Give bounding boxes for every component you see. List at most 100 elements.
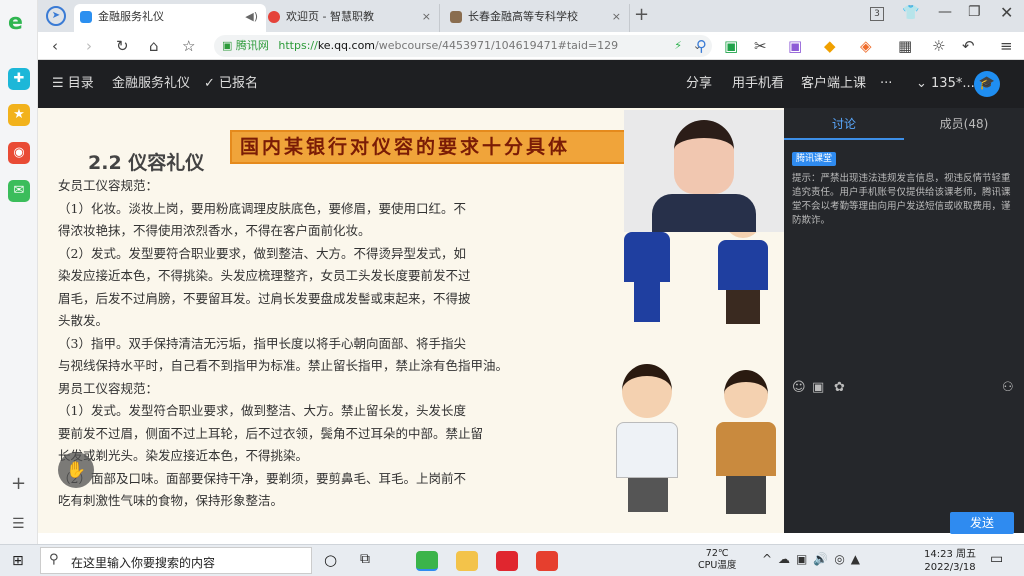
menu-icon[interactable]: ≡ xyxy=(1000,35,1013,57)
tab-title: 长春金融高等专科学校 xyxy=(468,10,578,23)
browser-sidebar: e ✚ ★ ◉ ✉ + ☰ xyxy=(0,0,38,544)
webcam-video[interactable] xyxy=(624,110,784,232)
school-icon xyxy=(450,11,462,23)
tab-course[interactable]: 金融服务礼仪 ◀) xyxy=(74,4,266,32)
flower-icon[interactable]: ✿ xyxy=(834,380,845,395)
mail-icon[interactable]: ✉ xyxy=(8,180,30,202)
music-icon[interactable] xyxy=(496,551,518,571)
close-window-icon[interactable]: ✕ xyxy=(1000,3,1013,22)
slide-line: （2）发式。发型要符合职业要求，做到整洁、大方。不得烫异型发式，如 xyxy=(58,245,466,261)
slide-line: （1）化妆。淡妆上岗，要用粉底调理皮肤底色，要修眉，要使用口红。不 xyxy=(58,200,466,216)
tencent-class-icon xyxy=(80,11,92,23)
lightning-icon[interactable]: ⚡ xyxy=(674,35,682,57)
tray-icons[interactable]: ^☁▣🔊◎▲ xyxy=(762,552,866,566)
shield-icon[interactable]: ◆ xyxy=(824,35,836,57)
list-icon[interactable]: ☰ xyxy=(12,516,25,532)
date-text: 2022/3/18 xyxy=(924,562,976,573)
tab-count[interactable]: 3 xyxy=(870,7,884,21)
close-icon[interactable]: × xyxy=(422,4,431,30)
notification-icon[interactable]: ▭ xyxy=(990,551,1003,567)
mobile-watch-button[interactable]: 用手机看 xyxy=(732,60,784,108)
cortana-icon[interactable]: ○ xyxy=(324,551,337,569)
client-class-button[interactable]: 客户端上课 xyxy=(801,60,866,108)
back-icon[interactable]: ‹ xyxy=(52,35,58,57)
enrolled-label: 已报名 xyxy=(219,76,259,91)
image-icon[interactable]: ▣ xyxy=(812,380,824,395)
windows-start-icon[interactable]: ⊞ xyxy=(12,553,24,569)
tab-discuss[interactable]: 讨论 xyxy=(784,108,904,140)
slide-line: 眉毛，后发不过肩膀，不要留耳发。过肩长发要盘成发髻或束起来，不得披 xyxy=(58,290,471,306)
user-menu[interactable]: ⌄ 135*... xyxy=(916,60,975,108)
slide-line: 得浓妆艳抹，不得使用浓烈香水，不得在客户面前化妆。 xyxy=(58,223,371,238)
new-tab-icon[interactable]: + xyxy=(634,4,649,25)
cpu-temp: 72℃ CPU温度 xyxy=(698,548,736,572)
tab-title: 欢迎页 - 智慧职教 xyxy=(286,10,374,23)
slide-banner: 国内某银行对仪容的要求十分具体 xyxy=(230,130,626,164)
cartoon-man-3 xyxy=(710,370,784,520)
tab-bar: ➤ 金融服务礼仪 ◀) 欢迎页 - 智慧职教 × 长春金融高等专科学校 × + … xyxy=(38,0,1024,32)
discussion-panel: 讨论 成员(48) 腾讯课堂 提示：严禁出现违法违规发言信息，视违反情节轻重追究… xyxy=(784,108,1024,534)
temp-value: 72℃ xyxy=(705,548,729,559)
file-explorer-icon[interactable] xyxy=(456,551,478,571)
browser-home-icon[interactable]: ➤ xyxy=(46,6,66,26)
book-icon[interactable]: ▣ xyxy=(724,35,738,57)
slide-line: 头散发。 xyxy=(58,313,109,328)
scissors-icon[interactable]: ✂ xyxy=(754,35,767,57)
reload-icon[interactable]: ↻ xyxy=(116,35,129,57)
avatar[interactable]: 🎓 xyxy=(974,71,1000,97)
slide-line: 男员工仪容规范： xyxy=(58,380,159,396)
tab-members[interactable]: 成员(48) xyxy=(904,108,1024,140)
url-domain: ke.qq.com xyxy=(317,39,376,52)
send-button[interactable]: 发送 xyxy=(950,512,1014,534)
slide-line: 女员工仪容规范： xyxy=(58,178,159,193)
user-settings-icon[interactable]: ⚇ xyxy=(1002,380,1014,395)
url-prefix: https:// xyxy=(278,39,318,52)
star-app-icon[interactable]: ★ xyxy=(8,104,30,126)
wps-icon[interactable] xyxy=(536,551,558,571)
game-icon[interactable]: ◈ xyxy=(860,35,872,57)
restore-icon[interactable]: ❐ xyxy=(968,4,981,20)
forward-icon[interactable]: › xyxy=(86,35,92,57)
undo-icon[interactable]: ↶ xyxy=(962,35,975,57)
translate-icon[interactable]: ▣ xyxy=(788,35,802,57)
browser-logo-icon[interactable]: e xyxy=(8,10,23,35)
tab-school[interactable]: 长春金融高等专科学校 × xyxy=(444,4,630,32)
brightness-icon[interactable]: ☼ xyxy=(932,35,945,57)
close-icon[interactable]: × xyxy=(612,4,621,30)
browser-taskbar-icon[interactable] xyxy=(416,551,438,571)
slide-line: （3）指甲。双手保持清洁无污垢，指甲长度以将手心朝向面部、将手指尖 xyxy=(58,335,466,351)
slide-line: 吃有刺激性气味的食物，保持形象整洁。 xyxy=(58,493,284,508)
share-button[interactable]: 分享 xyxy=(686,60,712,108)
taskbar-search[interactable]: ⚲ 在这里输入你要搜索的内容 xyxy=(40,547,312,574)
enrolled-status: ✓ 已报名 xyxy=(204,76,259,91)
slide-area: 2.2 仪容礼仪 国内某银行对仪容的要求十分具体 女员工仪容规范： （1）化妆。淡… xyxy=(38,108,784,533)
task-view-icon[interactable]: ⧉ xyxy=(360,551,370,567)
raise-hand-button[interactable]: ✋ xyxy=(58,452,94,488)
add-icon[interactable]: + xyxy=(11,473,26,494)
tab-welcome[interactable]: 欢迎页 - 智慧职教 × xyxy=(262,4,440,32)
audio-close-icon[interactable]: ◀) xyxy=(245,4,258,30)
shirt-icon[interactable]: 👕 xyxy=(902,5,919,21)
search-icon[interactable]: ⚲ xyxy=(696,35,707,57)
slide-line: （2）面部及口味。面部要保持干净，要剃须，要剪鼻毛、耳毛。上岗前不 xyxy=(58,470,466,486)
slide-line: 长发或剃光头。染发应接近本色，不得挑染。 xyxy=(58,448,309,463)
bookmark-star-icon[interactable]: ☆ xyxy=(182,35,195,57)
cartoon-man-2 xyxy=(608,364,688,514)
minimize-icon[interactable]: — xyxy=(938,4,952,20)
clock[interactable]: 14:23 周五 2022/3/18 xyxy=(924,548,976,574)
address-bar[interactable]: ▣ 腾讯网 https://ke.qq.com/webcourse/445397… xyxy=(214,35,712,57)
plus-app-icon[interactable]: ✚ xyxy=(8,68,30,90)
tab-title: 金融服务礼仪 xyxy=(98,10,164,23)
emoji-icon[interactable]: ☺ xyxy=(792,380,806,395)
grid-icon[interactable]: ▦ xyxy=(898,35,912,57)
catalog-label: 目录 xyxy=(67,76,94,91)
weibo-icon[interactable]: ◉ xyxy=(8,142,30,164)
secure-badge: ▣ 腾讯网 xyxy=(222,39,269,52)
search-icon: ⚲ xyxy=(49,552,59,567)
home-icon[interactable]: ⌂ xyxy=(149,35,159,57)
slide-line: 要前发不过眉，侧面不过上耳轮，后不过衣领，鬓角不过耳朵的中部。禁止留 xyxy=(58,425,484,441)
more-button[interactable]: ··· xyxy=(880,60,892,108)
course-title: 金融服务礼仪 xyxy=(112,76,191,91)
catalog-button[interactable]: ☰ 目录 xyxy=(52,60,94,108)
section-title: 2.2 仪容礼仪 xyxy=(88,152,205,174)
